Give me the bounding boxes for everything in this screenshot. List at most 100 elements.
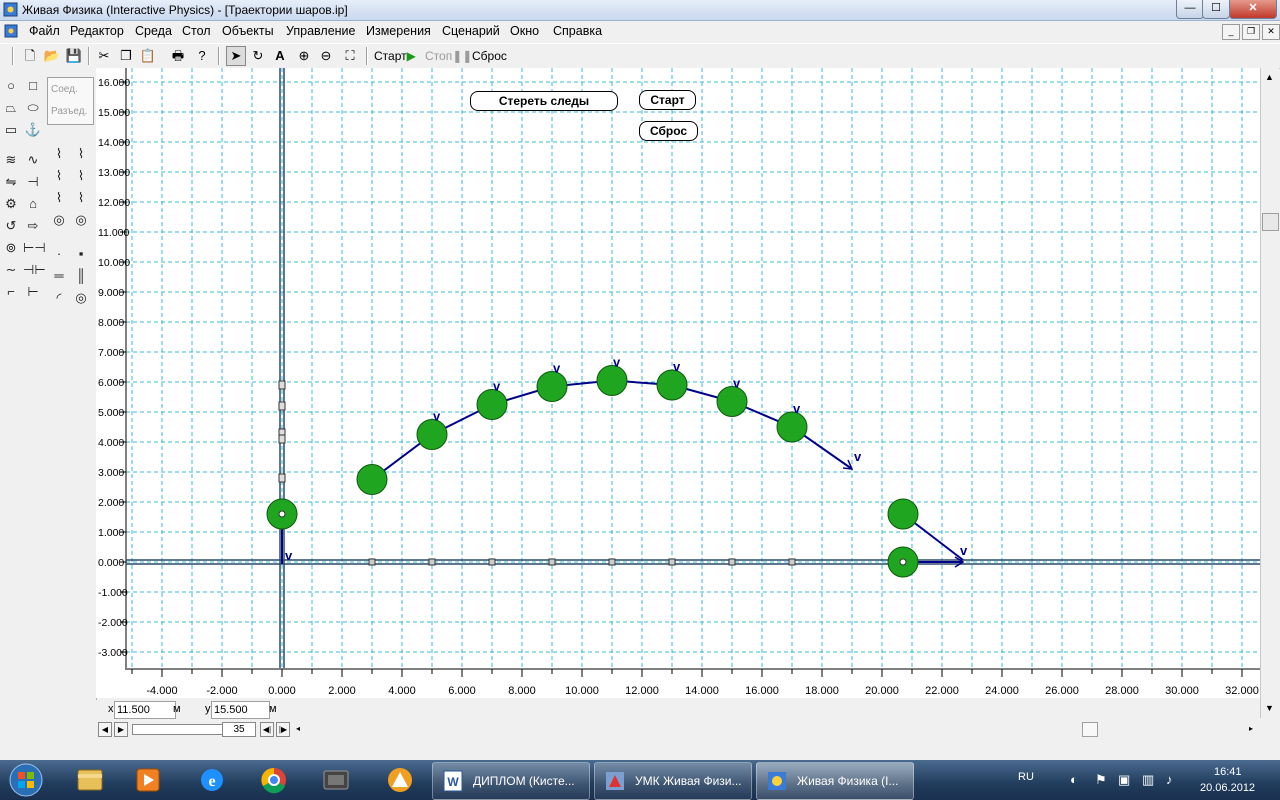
meter-3-icon[interactable]: ⌇ xyxy=(49,166,69,186)
piston-tool-icon[interactable]: ⊣ xyxy=(23,172,43,192)
cut-icon[interactable]: ✂ xyxy=(94,46,114,66)
scroll-right-icon[interactable]: ▸ xyxy=(1245,722,1257,735)
force-tool-icon[interactable]: ⇨ xyxy=(23,216,43,236)
tray-flag-icon[interactable]: ⚑ xyxy=(1095,772,1107,788)
pin-joint-tool-icon[interactable]: ⊚ xyxy=(1,238,21,258)
gear-icon[interactable]: ⚙ xyxy=(1,194,21,214)
menu-world[interactable]: Среда xyxy=(135,24,172,38)
scroll-down-icon[interactable]: ▼ xyxy=(1262,701,1277,716)
join-label[interactable]: Соед. xyxy=(51,84,78,95)
document-icon[interactable] xyxy=(4,24,18,38)
stop-button[interactable]: Стоп❚❚ xyxy=(425,49,472,63)
device-icon[interactable] xyxy=(312,764,360,796)
mdi-restore-button[interactable]: ❐ xyxy=(1242,24,1260,40)
rectangle-tool-icon[interactable]: □ xyxy=(23,76,43,96)
meter-1-icon[interactable]: ⌇ xyxy=(49,144,69,164)
spring-wave-tool-icon[interactable]: ∿ xyxy=(23,150,43,170)
new-file-icon[interactable]: 🗋 xyxy=(20,46,40,66)
clock-time[interactable]: 16:41 xyxy=(1214,766,1242,778)
scroll-up-icon[interactable]: ▲ xyxy=(1262,70,1277,85)
workspace[interactable]: -4.000 -2.000 0.000 2.000 4.000 6.000 8.000 10.… xyxy=(96,68,1260,698)
task-umk[interactable]: УМК Живая Физи... xyxy=(594,762,752,800)
arrow-pointer-icon[interactable]: ➤ xyxy=(226,46,246,66)
menu-help[interactable]: Справка xyxy=(553,24,602,38)
fast-forward-icon[interactable]: |▶ xyxy=(276,722,290,737)
tray-device-icon[interactable]: ▣ xyxy=(1118,772,1130,788)
start-button[interactable]: Старт▶ xyxy=(374,49,416,63)
print-icon[interactable]: 🖶 xyxy=(168,46,188,66)
line-tool-icon[interactable]: ⊢ xyxy=(23,282,43,302)
meter-8-icon[interactable]: ◎ xyxy=(71,210,91,230)
tray-volume-icon[interactable]: ♪ xyxy=(1166,772,1173,787)
menu-edit[interactable]: Редактор xyxy=(70,24,124,38)
close-button[interactable]: ✕ xyxy=(1229,0,1277,19)
vertical-scrollbar[interactable]: ▲ ▼ xyxy=(1260,68,1279,718)
internet-explorer-icon[interactable]: e xyxy=(188,764,236,796)
meter-6-icon[interactable]: ⌇ xyxy=(71,188,91,208)
explorer-icon[interactable] xyxy=(66,764,114,796)
meter-7-icon[interactable]: ◎ xyxy=(49,210,69,230)
rope-tool-icon[interactable]: ∼ xyxy=(1,260,21,280)
vertical-slot-tool-icon[interactable]: ║ xyxy=(71,266,91,286)
menu-measure[interactable]: Измерения xyxy=(366,24,431,38)
target-tool-icon[interactable]: ◎ xyxy=(71,288,91,308)
separator-tool-icon[interactable]: ⊣⊢ xyxy=(23,260,46,280)
text-tool-icon[interactable]: A xyxy=(270,46,290,66)
erase-trails-button[interactable]: Стереть следы xyxy=(470,91,618,111)
meter-5-icon[interactable]: ⌇ xyxy=(49,188,69,208)
square-tool-icon[interactable]: ▭ xyxy=(1,120,21,140)
y-coord-field[interactable]: 15.500 xyxy=(211,701,270,719)
rewind-icon[interactable]: ◀| xyxy=(260,722,274,737)
language-indicator[interactable]: RU xyxy=(1018,771,1034,783)
step-forward-icon[interactable]: ▶ xyxy=(114,722,128,737)
horizontal-slot-tool-icon[interactable]: ═ xyxy=(49,266,69,286)
start-orb-icon[interactable] xyxy=(6,762,46,798)
rod-tool-icon[interactable]: ⊢⊣ xyxy=(23,238,46,258)
frame-counter[interactable]: 35 xyxy=(222,722,256,737)
app-triangle-icon[interactable] xyxy=(376,764,424,796)
point-tool-icon[interactable]: · xyxy=(49,244,69,264)
rotate-icon[interactable]: ↻ xyxy=(248,46,268,66)
curved-body-tool-icon[interactable]: ⬭ xyxy=(23,98,43,118)
task-word[interactable]: W ДИПЛОМ (Кисте... xyxy=(432,762,590,800)
canvas-reset-button[interactable]: Сброс xyxy=(639,121,698,141)
minimize-button[interactable]: — xyxy=(1176,0,1204,19)
task-interactive-physics[interactable]: Живая Физика (I... xyxy=(756,762,914,800)
square-point-tool-icon[interactable]: ▪ xyxy=(71,244,91,264)
tray-icon-1[interactable]: ◐ xyxy=(1070,772,1078,787)
menu-script[interactable]: Сценарий xyxy=(442,24,500,38)
meter-2-icon[interactable]: ⌇ xyxy=(71,144,91,164)
tray-network-icon[interactable]: ▥ xyxy=(1142,772,1154,788)
spring-tool-icon[interactable]: ≋ xyxy=(1,150,21,170)
mdi-minimize-button[interactable]: _ xyxy=(1222,24,1240,40)
split-label[interactable]: Разъед. xyxy=(51,106,87,117)
menu-objects[interactable]: Объекты xyxy=(222,24,274,38)
horizontal-scroll-thumb[interactable] xyxy=(1082,722,1098,737)
vertical-scroll-thumb[interactable] xyxy=(1262,213,1279,231)
canvas-start-button[interactable]: Старт xyxy=(639,90,696,110)
open-folder-icon[interactable]: 📂 xyxy=(42,46,62,66)
menu-table[interactable]: Стол xyxy=(182,24,211,38)
zoom-out-icon[interactable]: ⊖ xyxy=(316,46,336,66)
slot-tool-icon[interactable]: ⌐ xyxy=(1,282,21,302)
menu-control[interactable]: Управление xyxy=(286,24,356,38)
scroll-left-icon[interactable]: ◂ xyxy=(292,722,304,735)
maximize-button[interactable]: ☐ xyxy=(1202,0,1230,19)
curved-slot-tool-icon[interactable]: ◜ xyxy=(49,288,69,308)
menu-file[interactable]: Файл xyxy=(29,24,60,38)
pulley-tool-icon[interactable]: ⌂ xyxy=(23,194,43,214)
clock-date[interactable]: 20.06.2012 xyxy=(1200,782,1255,794)
save-icon[interactable]: 💾 xyxy=(64,46,84,66)
media-player-icon[interactable] xyxy=(124,764,172,796)
damper-tool-icon[interactable]: ⇋ xyxy=(1,172,21,192)
anchor-tool-icon[interactable]: ⚓ xyxy=(23,120,43,140)
mdi-close-button[interactable]: ✕ xyxy=(1262,24,1280,40)
copy-icon[interactable]: ❐ xyxy=(116,46,136,66)
menu-window[interactable]: Окно xyxy=(510,24,539,38)
meter-4-icon[interactable]: ⌇ xyxy=(71,166,91,186)
timeline-track[interactable] xyxy=(132,724,224,735)
paste-icon[interactable]: 📋 xyxy=(138,46,158,66)
reset-button[interactable]: Сброс xyxy=(472,49,507,63)
circle-tool-icon[interactable]: ○ xyxy=(1,76,21,96)
chrome-icon[interactable] xyxy=(250,764,298,796)
